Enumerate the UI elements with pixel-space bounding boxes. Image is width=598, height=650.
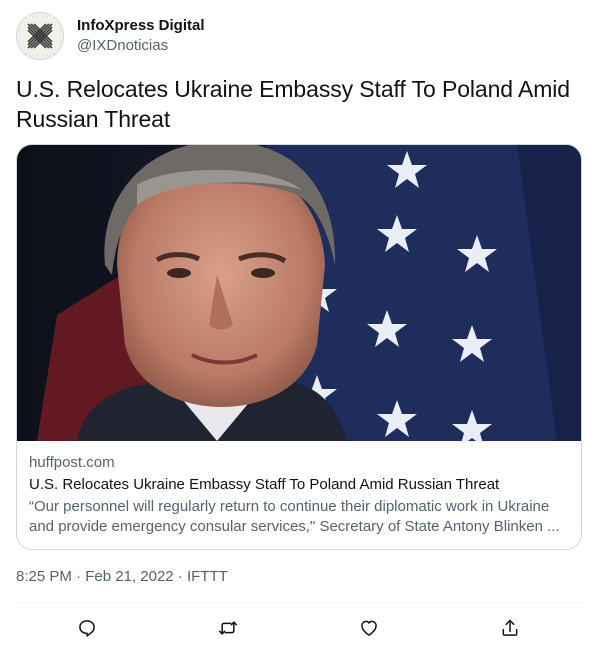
card-description[interactable]: “Our personnel will regularly return to … bbox=[29, 497, 569, 537]
meta-separator: · bbox=[76, 568, 86, 585]
link-card[interactable]: huffpost.com U.S. Relocates Ukraine Emba… bbox=[16, 144, 582, 550]
tweet-time[interactable]: 8:25 PM bbox=[16, 568, 72, 585]
tweet-source[interactable]: IFTTT bbox=[187, 568, 228, 585]
card-title[interactable]: U.S. Relocates Ukraine Embassy Staff To … bbox=[29, 475, 569, 495]
x-logo-avatar-icon bbox=[21, 17, 59, 55]
divider bbox=[16, 602, 582, 603]
retweet-icon bbox=[218, 621, 238, 635]
retweet-button[interactable] bbox=[212, 612, 244, 644]
tweet-date[interactable]: Feb 21, 2022 bbox=[85, 568, 173, 585]
heart-icon bbox=[361, 620, 377, 636]
like-button[interactable] bbox=[353, 612, 385, 644]
display-name[interactable]: InfoXpress Digital bbox=[77, 16, 205, 36]
reply-button[interactable] bbox=[71, 612, 103, 644]
tweet-header: InfoXpress Digital @IXDnoticias bbox=[16, 12, 205, 60]
reply-icon bbox=[79, 620, 95, 637]
meta-separator: · bbox=[177, 568, 187, 585]
tweet-meta: 8:25 PM · Feb 21, 2022 · IFTTT bbox=[16, 567, 228, 587]
avatar[interactable] bbox=[16, 12, 64, 60]
share-button[interactable] bbox=[494, 612, 526, 644]
card-image[interactable] bbox=[17, 145, 581, 441]
card-domain[interactable]: huffpost.com bbox=[29, 453, 569, 473]
tweet-text: U.S. Relocates Ukraine Embassy Staff To … bbox=[16, 76, 570, 132]
action-bar bbox=[0, 612, 598, 644]
user-handle[interactable]: @IXDnoticias bbox=[77, 36, 205, 56]
share-icon bbox=[502, 619, 518, 636]
